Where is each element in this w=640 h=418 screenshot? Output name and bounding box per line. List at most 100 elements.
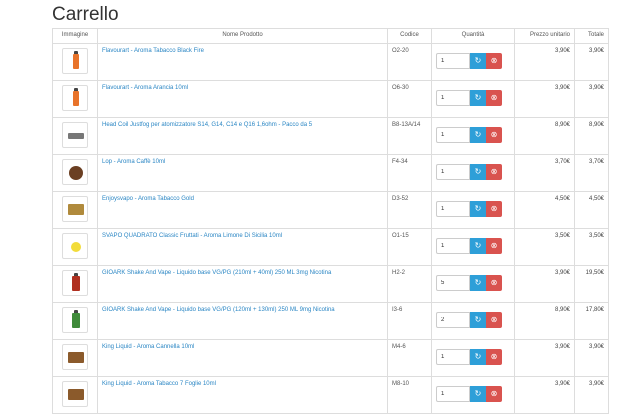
remove-item-button[interactable]: ⊗ xyxy=(486,312,502,328)
row-total: 3,90€ xyxy=(574,339,609,377)
refresh-icon: ↻ xyxy=(474,204,482,213)
product-code: M8-10 xyxy=(387,376,432,414)
product-name-link[interactable]: Head Coil Justfog per atomizzatore S14, … xyxy=(102,122,312,128)
product-code: F4-34 xyxy=(387,154,432,192)
refresh-icon: ↻ xyxy=(474,352,482,361)
product-name-link[interactable]: King Liquid - Aroma Cannella 10ml xyxy=(102,344,194,350)
product-thumbnail[interactable] xyxy=(62,85,88,111)
quantity-control: ↻⊗ xyxy=(436,312,510,328)
unit-price: 3,70€ xyxy=(514,154,575,192)
product-code: B8-13A/14 xyxy=(387,117,432,155)
row-total: 3,90€ xyxy=(574,43,609,81)
remove-item-button[interactable]: ⊗ xyxy=(486,53,502,69)
quantity-control: ↻⊗ xyxy=(436,127,510,143)
remove-icon: ⊗ xyxy=(490,352,498,361)
column-header-image: Immagine xyxy=(52,28,98,44)
product-name-link[interactable]: Enjoysvapo - Aroma Tabacco Gold xyxy=(102,196,194,202)
product-thumbnail[interactable] xyxy=(62,196,88,222)
update-quantity-button[interactable]: ↻ xyxy=(470,312,486,328)
row-total: 8,90€ xyxy=(574,117,609,155)
product-code: I3-6 xyxy=(387,302,432,340)
quantity-input[interactable] xyxy=(436,275,470,291)
remove-icon: ⊗ xyxy=(490,278,498,287)
update-quantity-button[interactable]: ↻ xyxy=(470,349,486,365)
product-name-link[interactable]: GIOARK Shake And Vape - Liquido base VG/… xyxy=(102,270,331,276)
unit-price: 8,90€ xyxy=(514,117,575,155)
quantity-input[interactable] xyxy=(436,386,470,402)
table-row: GIOARK Shake And Vape - Liquido base VG/… xyxy=(52,302,609,340)
remove-item-button[interactable]: ⊗ xyxy=(486,90,502,106)
table-row: Head Coil Justfog per atomizzatore S14, … xyxy=(52,117,609,155)
remove-icon: ⊗ xyxy=(490,93,498,102)
column-header-name: Nome Prodotto xyxy=(97,28,388,44)
column-header-unit-price: Prezzo unitario xyxy=(514,28,575,44)
quantity-input[interactable] xyxy=(436,90,470,106)
unit-price: 4,50€ xyxy=(514,191,575,229)
product-thumbnail[interactable] xyxy=(62,307,88,333)
product-name-link[interactable]: Flavourart - Aroma Tabacco Black Fire xyxy=(102,48,204,54)
product-thumbnail[interactable] xyxy=(62,381,88,407)
product-thumbnail[interactable] xyxy=(62,344,88,370)
refresh-icon: ↻ xyxy=(474,56,482,65)
refresh-icon: ↻ xyxy=(474,93,482,102)
column-header-quantity: Quantità xyxy=(431,28,515,44)
unit-price: 3,90€ xyxy=(514,265,575,303)
quantity-input[interactable] xyxy=(436,53,470,69)
product-thumbnail[interactable] xyxy=(62,233,88,259)
update-quantity-button[interactable]: ↻ xyxy=(470,90,486,106)
row-total: 3,50€ xyxy=(574,228,609,266)
product-name-link[interactable]: Flavourart - Aroma Arancia 10ml xyxy=(102,85,188,91)
quantity-input[interactable] xyxy=(436,312,470,328)
update-quantity-button[interactable]: ↻ xyxy=(470,238,486,254)
product-name-link[interactable]: Lop - Aroma Caffè 10ml xyxy=(102,159,165,165)
remove-item-button[interactable]: ⊗ xyxy=(486,238,502,254)
update-quantity-button[interactable]: ↻ xyxy=(470,53,486,69)
update-quantity-button[interactable]: ↻ xyxy=(470,275,486,291)
quantity-input[interactable] xyxy=(436,127,470,143)
quantity-input[interactable] xyxy=(436,164,470,180)
table-row: GIOARK Shake And Vape - Liquido base VG/… xyxy=(52,265,609,303)
quantity-input[interactable] xyxy=(436,238,470,254)
refresh-icon: ↻ xyxy=(474,241,482,250)
update-quantity-button[interactable]: ↻ xyxy=(470,127,486,143)
row-total: 4,50€ xyxy=(574,191,609,229)
product-thumbnail[interactable] xyxy=(62,159,88,185)
table-row: King Liquid - Aroma Tabacco 7 Foglie 10m… xyxy=(52,376,609,414)
update-quantity-button[interactable]: ↻ xyxy=(470,164,486,180)
quantity-control: ↻⊗ xyxy=(436,386,510,402)
table-row: Enjoysvapo - Aroma Tabacco GoldD3-52↻⊗4,… xyxy=(52,191,609,229)
remove-icon: ⊗ xyxy=(490,56,498,65)
product-thumbnail[interactable] xyxy=(62,122,88,148)
product-thumbnail[interactable] xyxy=(62,270,88,296)
quantity-control: ↻⊗ xyxy=(436,238,510,254)
column-header-code: Codice xyxy=(387,28,432,44)
quantity-input[interactable] xyxy=(436,349,470,365)
table-row: Flavourart - Aroma Arancia 10mlO6-30↻⊗3,… xyxy=(52,80,609,118)
unit-price: 3,90€ xyxy=(514,376,575,414)
quantity-control: ↻⊗ xyxy=(436,201,510,217)
product-name-link[interactable]: King Liquid - Aroma Tabacco 7 Foglie 10m… xyxy=(102,381,216,387)
remove-item-button[interactable]: ⊗ xyxy=(486,349,502,365)
product-code: O1-15 xyxy=(387,228,432,266)
remove-item-button[interactable]: ⊗ xyxy=(486,386,502,402)
table-row: King Liquid - Aroma Cannella 10mlM4-6↻⊗3… xyxy=(52,339,609,377)
product-name-link[interactable]: GIOARK Shake And Vape - Liquido base VG/… xyxy=(102,307,335,313)
update-quantity-button[interactable]: ↻ xyxy=(470,386,486,402)
remove-item-button[interactable]: ⊗ xyxy=(486,201,502,217)
cart-table: Immagine Nome Prodotto Codice Quantità P… xyxy=(52,28,609,414)
remove-item-button[interactable]: ⊗ xyxy=(486,127,502,143)
product-name-link[interactable]: SVAPO QUADRATO Classic Fruttati - Aroma … xyxy=(102,233,282,239)
quantity-input[interactable] xyxy=(436,201,470,217)
update-quantity-button[interactable]: ↻ xyxy=(470,201,486,217)
product-code: H2-2 xyxy=(387,265,432,303)
quantity-control: ↻⊗ xyxy=(436,349,510,365)
refresh-icon: ↻ xyxy=(474,130,482,139)
page-title: Carrello xyxy=(52,4,119,25)
unit-price: 3,50€ xyxy=(514,228,575,266)
table-row: Lop - Aroma Caffè 10mlF4-34↻⊗3,70€3,70€ xyxy=(52,154,609,192)
remove-item-button[interactable]: ⊗ xyxy=(486,164,502,180)
quantity-control: ↻⊗ xyxy=(436,275,510,291)
product-thumbnail[interactable] xyxy=(62,48,88,74)
refresh-icon: ↻ xyxy=(474,315,482,324)
remove-item-button[interactable]: ⊗ xyxy=(486,275,502,291)
